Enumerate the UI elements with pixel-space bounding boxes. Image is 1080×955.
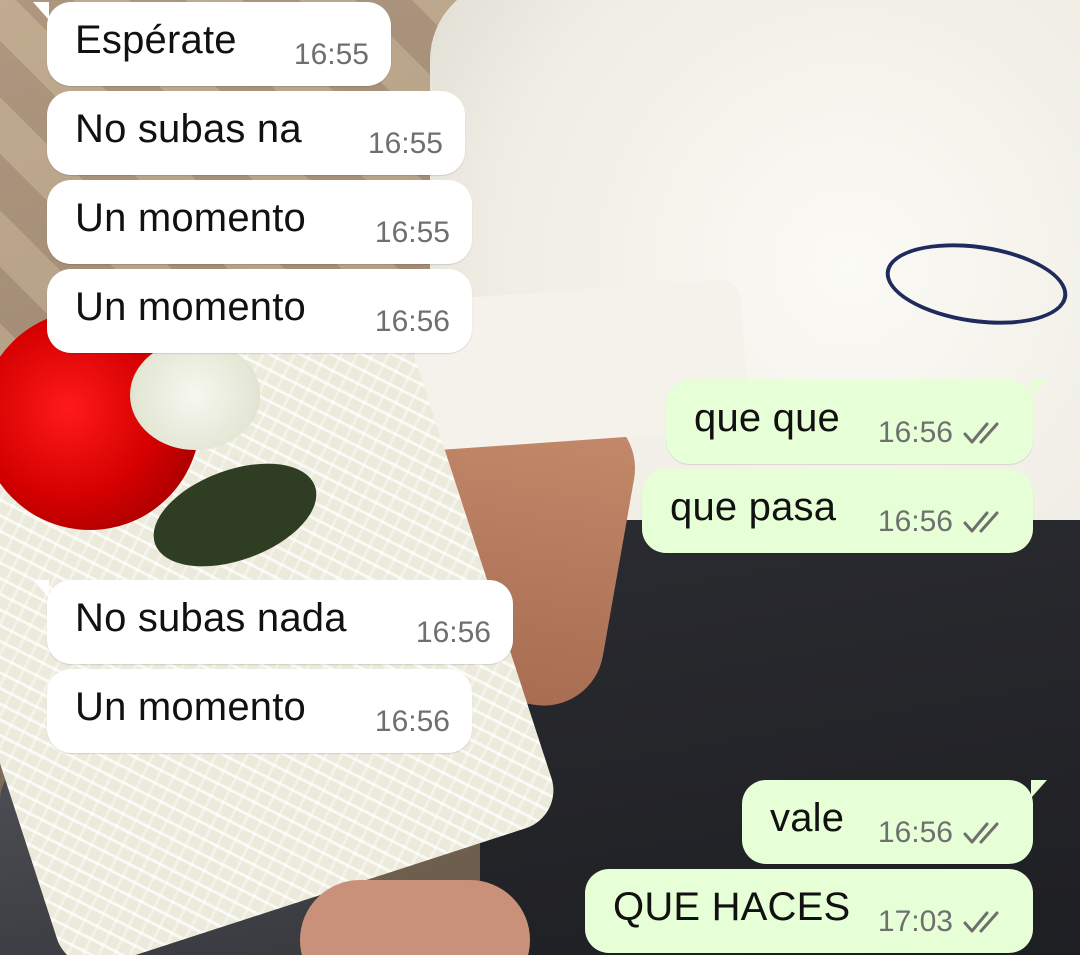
read-ticks-icon (963, 422, 999, 444)
message-time: 16:56 (877, 416, 953, 449)
message-time: 16:56 (877, 816, 953, 849)
message-time: 16:55 (367, 127, 443, 160)
message-bubble-outgoing[interactable]: que que 16:56 (666, 380, 1047, 464)
message-text: No subas na (75, 107, 302, 151)
message-time: 16:56 (374, 705, 450, 738)
message-text: Un momento (75, 685, 306, 729)
message-text: No subas nada (75, 596, 347, 640)
message-text: vale (770, 796, 845, 840)
message-time: 16:56 (374, 305, 450, 338)
message-text: que pasa (670, 485, 837, 529)
message-time: 16:55 (293, 38, 369, 71)
message-bubble-incoming[interactable]: Un momento 16:56 (47, 669, 472, 753)
read-ticks-icon (963, 911, 999, 933)
message-text: Espérate (75, 18, 237, 62)
message-time: 16:55 (374, 216, 450, 249)
wallpaper-white-rose (130, 340, 260, 450)
read-ticks-icon (963, 511, 999, 533)
message-time: 16:56 (415, 616, 491, 649)
message-bubble-incoming[interactable]: Un momento 16:55 (47, 180, 472, 264)
message-bubble-outgoing[interactable]: QUE HACES 17:03 (585, 869, 1033, 953)
message-text: QUE HACES (613, 885, 851, 929)
message-bubble-outgoing[interactable]: que pasa 16:56 (642, 469, 1033, 553)
message-bubble-outgoing[interactable]: vale 16:56 (742, 780, 1047, 864)
wallpaper-hand (300, 880, 530, 955)
message-bubble-incoming[interactable]: Espérate 16:55 (33, 2, 391, 86)
message-bubble-incoming[interactable]: No subas nada 16:56 (33, 580, 513, 664)
message-bubble-incoming[interactable]: No subas na 16:55 (47, 91, 465, 175)
message-text: Un momento (75, 196, 306, 240)
read-ticks-icon (963, 822, 999, 844)
message-time: 17:03 (877, 905, 953, 938)
message-text: Un momento (75, 285, 306, 329)
message-time: 16:56 (877, 505, 953, 538)
message-text: que que (694, 396, 840, 440)
message-bubble-incoming[interactable]: Un momento 16:56 (47, 269, 472, 353)
